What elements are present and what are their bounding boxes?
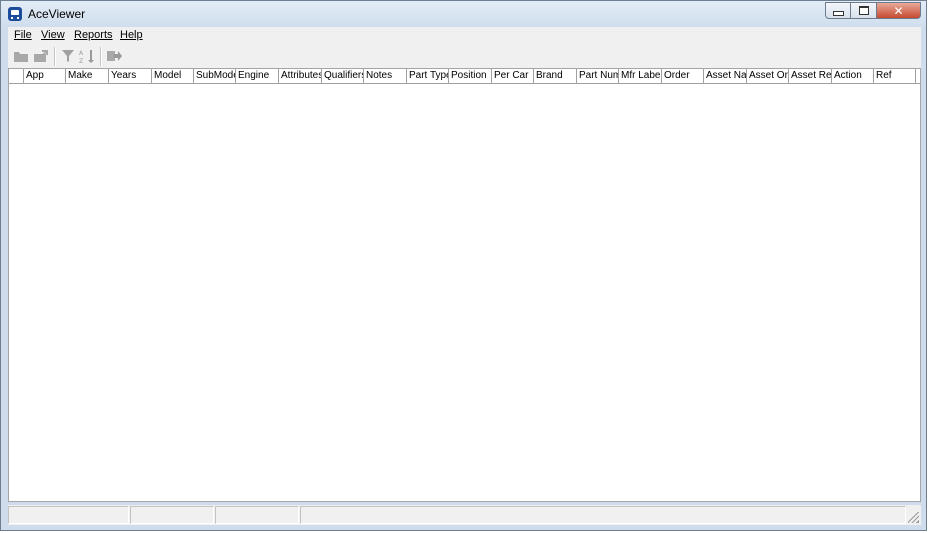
- resize-grip-icon[interactable]: [908, 512, 919, 523]
- column-header-ref[interactable]: Ref: [874, 69, 916, 83]
- column-header-engine[interactable]: Engine: [236, 69, 279, 83]
- run-icon[interactable]: [106, 48, 122, 64]
- column-header-make[interactable]: Make: [66, 69, 109, 83]
- menu-file-label: File: [14, 29, 32, 41]
- restore-icon: [858, 6, 869, 15]
- column-header-asset-order[interactable]: Asset Or: [747, 69, 789, 83]
- column-header-position[interactable]: Position: [449, 69, 492, 83]
- column-header-mfr-label[interactable]: Mfr Label: [619, 69, 662, 83]
- column-header-attributes[interactable]: Attributes: [279, 69, 322, 83]
- column-header-app[interactable]: App: [24, 69, 66, 83]
- column-header-brand[interactable]: Brand: [534, 69, 577, 83]
- menu-help[interactable]: Help: [120, 29, 143, 41]
- status-panel-2: [130, 506, 214, 524]
- minimize-button[interactable]: [825, 2, 851, 19]
- menu-view-label: View: [41, 29, 65, 41]
- status-panel-3: [215, 506, 299, 524]
- column-header-model[interactable]: Model: [152, 69, 194, 83]
- grid-header: App Make Years Model SubMode Engine Attr…: [9, 69, 920, 84]
- column-header-years[interactable]: Years: [109, 69, 152, 83]
- toolbar: AZ: [8, 45, 921, 69]
- menu-view[interactable]: View: [41, 29, 65, 41]
- column-header-asset-ref[interactable]: Asset Re: [789, 69, 832, 83]
- close-button[interactable]: ✕: [877, 2, 921, 19]
- column-header-per-car[interactable]: Per Car: [492, 69, 534, 83]
- column-header-submodel[interactable]: SubMode: [194, 69, 236, 83]
- menu-help-label: Help: [120, 29, 143, 41]
- minimize-icon: [832, 10, 844, 16]
- status-panel-4: [300, 506, 906, 524]
- svg-text:A: A: [79, 50, 84, 57]
- close-icon: ✕: [893, 3, 904, 18]
- app-window: AceViewer ✕ File View Reports Help AZ Ap…: [0, 0, 927, 531]
- toolbar-separator: [100, 47, 102, 66]
- column-header-order[interactable]: Order: [662, 69, 704, 83]
- svg-text:Z: Z: [79, 58, 83, 64]
- maximize-button[interactable]: [851, 2, 877, 19]
- folder-open-icon[interactable]: [13, 48, 29, 64]
- column-header-action[interactable]: Action: [832, 69, 874, 83]
- column-header-qualifiers[interactable]: Qualifiers: [322, 69, 364, 83]
- sort-icon[interactable]: AZ: [79, 48, 95, 65]
- column-header-part-number[interactable]: Part Numb: [577, 69, 619, 83]
- toolbar-separator: [54, 47, 56, 66]
- column-header-asset-name[interactable]: Asset Na: [704, 69, 747, 83]
- app-icon[interactable]: [8, 7, 22, 21]
- menu-reports-label: Reports: [74, 29, 113, 41]
- column-header-notes[interactable]: Notes: [364, 69, 407, 83]
- menu-reports[interactable]: Reports: [74, 29, 113, 41]
- status-bar: [8, 505, 921, 525]
- caption-buttons: ✕: [825, 2, 921, 20]
- window-title: AceViewer: [28, 7, 86, 21]
- status-panel-1: [8, 506, 129, 524]
- filter-icon[interactable]: [60, 48, 76, 64]
- row-header-corner[interactable]: [9, 69, 24, 83]
- column-header-part-type[interactable]: Part Type: [407, 69, 449, 83]
- export-icon[interactable]: [33, 48, 49, 64]
- menu-bar: File View Reports Help: [8, 27, 921, 46]
- data-grid[interactable]: App Make Years Model SubMode Engine Attr…: [8, 68, 921, 502]
- title-bar[interactable]: AceViewer ✕: [1, 1, 926, 27]
- menu-file[interactable]: File: [14, 29, 32, 41]
